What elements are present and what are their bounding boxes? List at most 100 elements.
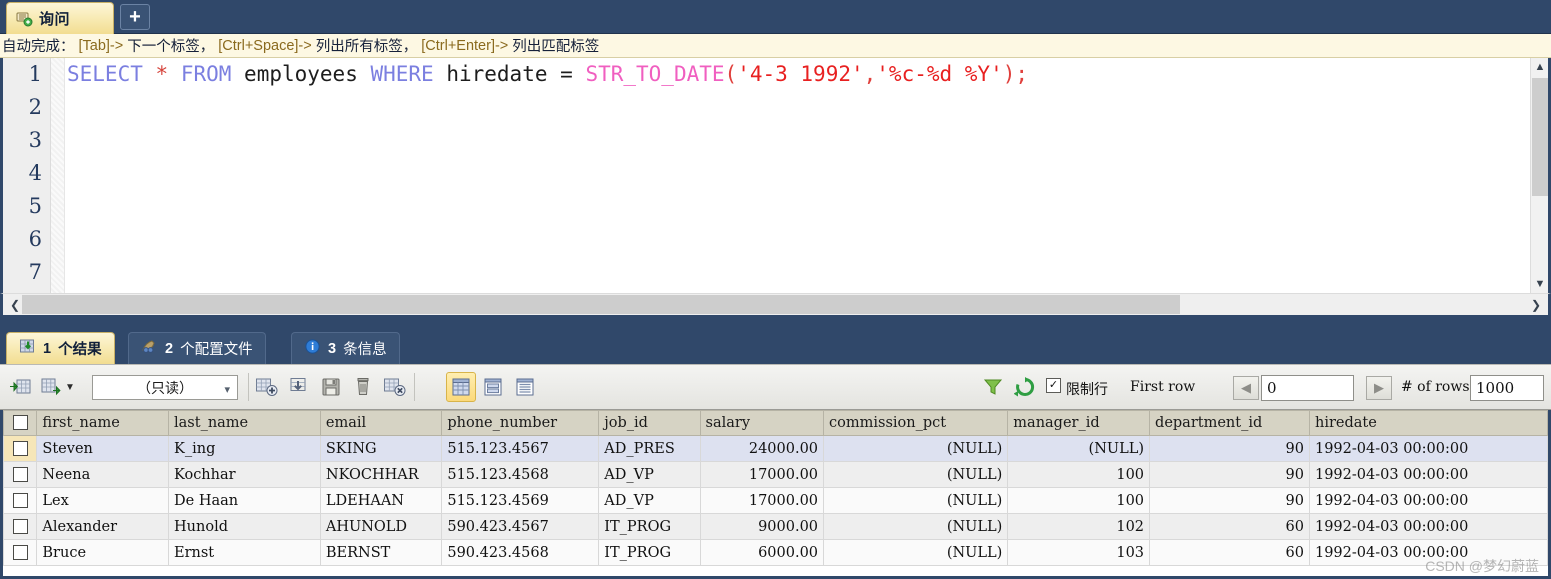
row-select-cell[interactable]: [3, 539, 38, 566]
first-row-prev-button[interactable]: ◀: [1233, 376, 1259, 400]
cell-manager_id[interactable]: (NULL): [1007, 435, 1151, 462]
duplicate-row-icon[interactable]: [284, 372, 314, 402]
select-all-checkbox[interactable]: [12, 415, 28, 430]
cell-first_name[interactable]: Neena: [36, 461, 170, 488]
cell-commission_pct[interactable]: (NULL): [823, 461, 1009, 488]
cell-email[interactable]: SKING: [319, 435, 443, 462]
column-header-job_id[interactable]: job_id: [598, 410, 701, 436]
result-tab-messages[interactable]: 3 条信息: [291, 332, 400, 364]
cell-hiredate[interactable]: 1992-04-03 00:00:00: [1308, 435, 1548, 462]
num-rows-input[interactable]: 1000: [1470, 375, 1544, 401]
cell-manager_id[interactable]: 103: [1007, 539, 1151, 566]
column-header-hiredate[interactable]: hiredate: [1308, 410, 1548, 436]
cell-manager_id[interactable]: 102: [1007, 513, 1151, 540]
limit-rows-checkbox[interactable]: ✓: [1046, 378, 1061, 393]
table-row[interactable]: Alexander Hunold AHUNOLD 590.423.4567 IT_PRO…: [3, 513, 1548, 540]
row-select-cell[interactable]: [3, 461, 38, 488]
result-tab-results[interactable]: 1 个结果: [6, 332, 115, 364]
cell-commission_pct[interactable]: (NULL): [823, 435, 1009, 462]
view-grid-icon[interactable]: [446, 372, 476, 402]
delete-row-icon[interactable]: [348, 372, 378, 402]
cell-commission_pct[interactable]: (NULL): [823, 487, 1009, 514]
table-row[interactable]: Lex De Haan LDEHAAN 515.123.4569 AD_VP 17000.…: [3, 487, 1548, 514]
view-form-icon[interactable]: [478, 372, 508, 402]
edit-mode-select[interactable]: （只读） ▾: [92, 375, 238, 400]
cell-email[interactable]: LDEHAAN: [319, 487, 443, 514]
cell-job_id[interactable]: AD_PRES: [598, 435, 701, 462]
first-row-input[interactable]: 0: [1261, 375, 1354, 401]
cell-salary[interactable]: 24000.00: [699, 435, 825, 462]
cell-hiredate[interactable]: 1992-04-03 00:00:00: [1308, 461, 1548, 488]
cell-phone_number[interactable]: 515.123.4568: [441, 461, 600, 488]
cell-job_id[interactable]: IT_PROG: [598, 539, 701, 566]
cell-last_name[interactable]: De Haan: [168, 487, 321, 514]
column-header-salary[interactable]: salary: [699, 410, 825, 436]
row-select-cell[interactable]: [3, 513, 38, 540]
row-select-cell[interactable]: [3, 487, 38, 514]
row-select-checkbox[interactable]: [12, 492, 28, 508]
column-header-phone_number[interactable]: phone_number: [441, 410, 600, 436]
cell-commission_pct[interactable]: (NULL): [823, 539, 1009, 566]
cell-department_id[interactable]: 90: [1149, 461, 1310, 488]
sql-code-area[interactable]: SELECT * FROM employees WHERE hiredate =…: [67, 58, 1530, 293]
column-header-first_name[interactable]: first_name: [36, 410, 170, 436]
scroll-down-icon[interactable]: ▼: [1531, 275, 1549, 293]
cell-salary[interactable]: 17000.00: [699, 487, 825, 514]
cell-department_id[interactable]: 90: [1149, 487, 1310, 514]
column-header-manager_id[interactable]: manager_id: [1007, 410, 1151, 436]
cell-salary[interactable]: 17000.00: [699, 461, 825, 488]
select-all-header[interactable]: [3, 410, 38, 436]
import-grid-icon[interactable]: [6, 372, 36, 402]
cell-last_name[interactable]: Hunold: [168, 513, 321, 540]
cell-email[interactable]: BERNST: [319, 539, 443, 566]
cell-hiredate[interactable]: 1992-04-03 00:00:00: [1308, 513, 1548, 540]
cell-first_name[interactable]: Steven: [36, 435, 170, 462]
cell-hiredate[interactable]: 1992-04-03 00:00:00: [1308, 487, 1548, 514]
column-header-department_id[interactable]: department_id: [1149, 410, 1310, 436]
refresh-icon[interactable]: [1010, 372, 1040, 402]
result-tab-profiles[interactable]: 2 个配置文件: [128, 332, 266, 364]
cell-phone_number[interactable]: 515.123.4569: [441, 487, 600, 514]
editor-horizontal-scrollbar[interactable]: ❮ ❯: [0, 293, 1551, 315]
cell-job_id[interactable]: AD_VP: [598, 487, 701, 514]
query-tab[interactable]: 询问: [6, 2, 114, 34]
vertical-scroll-thumb[interactable]: [1532, 78, 1548, 196]
cell-phone_number[interactable]: 590.423.4568: [441, 539, 600, 566]
column-header-commission_pct[interactable]: commission_pct: [823, 410, 1009, 436]
table-row[interactable]: Neena Kochhar NKOCHHAR 515.123.4568 AD_VP 170…: [3, 461, 1548, 488]
cell-first_name[interactable]: Lex: [36, 487, 170, 514]
cell-department_id[interactable]: 60: [1149, 539, 1310, 566]
cell-first_name[interactable]: Bruce: [36, 539, 170, 566]
new-tab-button[interactable]: +: [120, 4, 150, 30]
cell-manager_id[interactable]: 100: [1007, 461, 1151, 488]
revert-icon[interactable]: [380, 372, 410, 402]
cell-commission_pct[interactable]: (NULL): [823, 513, 1009, 540]
row-select-checkbox[interactable]: [12, 544, 28, 560]
table-row[interactable]: Steven K_ing SKING 515.123.4567 AD_PRES 24000…: [3, 435, 1548, 462]
cell-phone_number[interactable]: 515.123.4567: [441, 435, 600, 462]
cell-last_name[interactable]: Ernst: [168, 539, 321, 566]
cell-email[interactable]: NKOCHHAR: [319, 461, 443, 488]
first-row-next-button[interactable]: ▶: [1366, 376, 1392, 400]
cell-hiredate[interactable]: 1992-04-03 00:00:00: [1308, 539, 1548, 566]
row-select-cell[interactable]: [3, 435, 38, 462]
row-select-checkbox[interactable]: [12, 440, 28, 456]
cell-job_id[interactable]: AD_VP: [598, 461, 701, 488]
cell-job_id[interactable]: IT_PROG: [598, 513, 701, 540]
dropdown-caret-icon[interactable]: ▼: [62, 372, 78, 402]
cell-salary[interactable]: 6000.00: [699, 539, 825, 566]
scroll-right-icon[interactable]: ❯: [1527, 294, 1545, 315]
results-grid[interactable]: first_name last_name email phone_number job_…: [0, 410, 1551, 579]
cell-department_id[interactable]: 90: [1149, 435, 1310, 462]
cell-last_name[interactable]: Kochhar: [168, 461, 321, 488]
add-row-icon[interactable]: [252, 372, 282, 402]
row-select-checkbox[interactable]: [12, 466, 28, 482]
cell-phone_number[interactable]: 590.423.4567: [441, 513, 600, 540]
row-select-checkbox[interactable]: [12, 518, 28, 534]
column-header-email[interactable]: email: [319, 410, 443, 436]
funnel-icon[interactable]: [978, 372, 1008, 402]
scroll-up-icon[interactable]: ▲: [1531, 58, 1549, 76]
cell-manager_id[interactable]: 100: [1007, 487, 1151, 514]
horizontal-scroll-thumb[interactable]: [22, 295, 1180, 314]
cell-first_name[interactable]: Alexander: [36, 513, 170, 540]
